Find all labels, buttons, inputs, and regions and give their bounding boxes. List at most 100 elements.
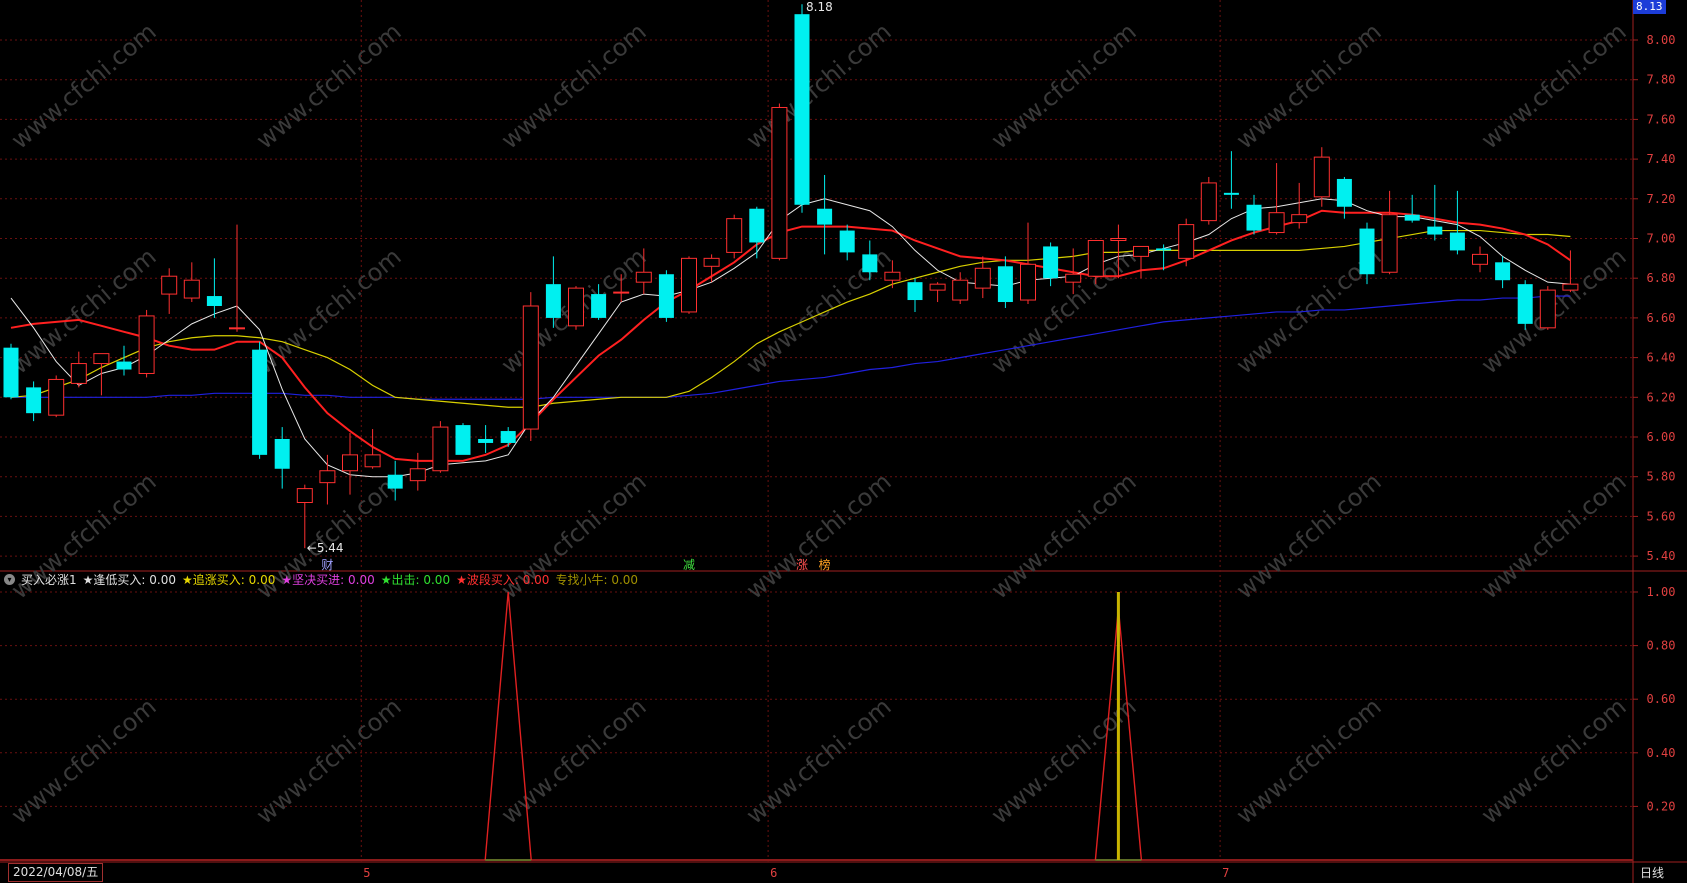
candle-body <box>703 257 720 267</box>
candle-body <box>862 254 878 273</box>
candle-body <box>545 284 561 318</box>
candle-body <box>161 275 178 295</box>
candle-body <box>3 347 19 398</box>
candle-body <box>342 454 358 472</box>
candle-body <box>183 279 200 299</box>
candle-body <box>478 438 494 443</box>
candle-body <box>206 296 222 306</box>
candle-body <box>296 488 313 504</box>
candle-body <box>432 426 449 472</box>
candle-body <box>274 438 290 469</box>
main-axis-label: 5.60 <box>1647 509 1676 523</box>
main-axis-label: 6.00 <box>1647 430 1676 444</box>
candle-body <box>1562 283 1579 291</box>
candle-body <box>1110 238 1127 241</box>
stock-chart[interactable]: 8.00 7.80 7.60 7.40 7.20 7.00 6.80 6.60 6.40 6.20… <box>0 0 1687 883</box>
candle-body <box>70 363 87 384</box>
indicator-item: 专找小牛: 0.00 <box>555 572 639 587</box>
candle-body <box>974 267 991 289</box>
indicator-item: ★坚决买进: 0.00 <box>281 572 375 587</box>
main-axis-label: 7.20 <box>1647 192 1676 206</box>
candle-body <box>1133 245 1149 257</box>
candle-body <box>1087 239 1104 277</box>
candle-body <box>1381 214 1398 273</box>
period-selector[interactable]: 日线 <box>1640 864 1664 881</box>
current-date-label[interactable]: 2022/04/08/五 <box>8 863 104 882</box>
sub-axis-label: 1.00 <box>1647 585 1676 599</box>
candle-body <box>568 287 584 327</box>
candle-body <box>455 425 471 455</box>
candle-body <box>500 431 516 443</box>
candle-body <box>681 257 697 313</box>
last-price-tag: 8.13 <box>1633 0 1666 14</box>
candle-body <box>387 474 403 489</box>
candle-body <box>319 470 336 484</box>
candle-body <box>613 291 630 294</box>
main-axis-label: 5.40 <box>1647 549 1676 563</box>
collapse-icon[interactable]: ▾ <box>4 573 15 585</box>
candle-body <box>1223 192 1239 195</box>
indicator-item: ★波段买入: 0.00 <box>456 572 550 587</box>
candle-body <box>1313 156 1330 198</box>
candle-body <box>591 294 607 318</box>
candle-body <box>929 283 946 291</box>
main-axis-label: 6.60 <box>1647 311 1676 325</box>
low-price-label: ←5.44 <box>306 541 344 556</box>
x-axis-label: 7 <box>1222 866 1229 880</box>
candle-body <box>884 271 901 281</box>
candle-body <box>409 468 426 482</box>
candle-body <box>1404 214 1420 221</box>
indicator-name[interactable]: 买入必涨1 <box>21 571 77 588</box>
candle-body <box>1268 212 1285 234</box>
candle-body <box>794 14 810 205</box>
x-axis-label: 6 <box>770 866 777 880</box>
candle-body <box>1359 228 1375 275</box>
candle-body <box>1427 226 1443 235</box>
event-marker-limit-up[interactable]: 涨 <box>796 556 808 573</box>
main-axis-label: 5.80 <box>1647 470 1676 484</box>
candle-body <box>907 282 923 301</box>
candle-body <box>1449 232 1465 251</box>
candle-body <box>1156 248 1172 251</box>
sub-axis-label: 0.80 <box>1647 639 1676 653</box>
high-price-label: 8.18 <box>806 0 833 15</box>
candle-body <box>997 266 1013 303</box>
candle-body <box>522 305 539 430</box>
main-axis-label: 8.00 <box>1647 33 1676 47</box>
candle-body <box>749 208 765 243</box>
indicator-legend: ▾ 买入必涨1 ★逢低买入: 0.00 ★追涨买入: 0.00 ★坚决买进: 0… <box>4 569 638 589</box>
candle-body <box>1495 262 1511 281</box>
sub-axis-label: 0.40 <box>1647 746 1676 760</box>
candle-body <box>658 274 674 318</box>
indicator-item: ★出击: 0.00 <box>380 572 451 587</box>
indicator-item: ★逢低买入: 0.00 <box>82 572 176 587</box>
main-axis-label: 7.80 <box>1647 73 1676 87</box>
candle-body <box>1472 253 1488 265</box>
event-marker-ranking[interactable]: 榜 <box>819 556 831 573</box>
candle-body <box>1178 224 1195 259</box>
main-axis-label: 7.40 <box>1647 152 1676 166</box>
candle-body <box>635 271 652 283</box>
candle-body <box>48 378 65 416</box>
main-axis-label: 7.00 <box>1647 232 1676 246</box>
main-axis-label: 7.60 <box>1647 112 1676 126</box>
candle-body <box>1517 284 1533 324</box>
main-axis-label: 6.80 <box>1647 271 1676 285</box>
candle-body <box>1336 178 1352 207</box>
candle-body <box>138 315 155 374</box>
candle-body <box>1291 214 1308 224</box>
candle-body <box>952 279 969 301</box>
candle-body <box>93 353 110 365</box>
sub-axis-label: 0.60 <box>1647 692 1676 706</box>
x-axis-label: 5 <box>363 866 370 880</box>
candle-body <box>1246 204 1262 231</box>
indicator-item: ★追涨买入: 0.00 <box>182 572 276 587</box>
event-marker-reduce[interactable]: 减 <box>683 556 695 573</box>
candle-body <box>726 218 743 253</box>
main-axis-label: 6.20 <box>1647 390 1676 404</box>
candle-body <box>252 349 268 455</box>
main-axis-label: 6.40 <box>1647 351 1676 365</box>
candle-body <box>1020 263 1036 301</box>
candle-body <box>839 230 855 253</box>
candle-body <box>1065 273 1082 283</box>
